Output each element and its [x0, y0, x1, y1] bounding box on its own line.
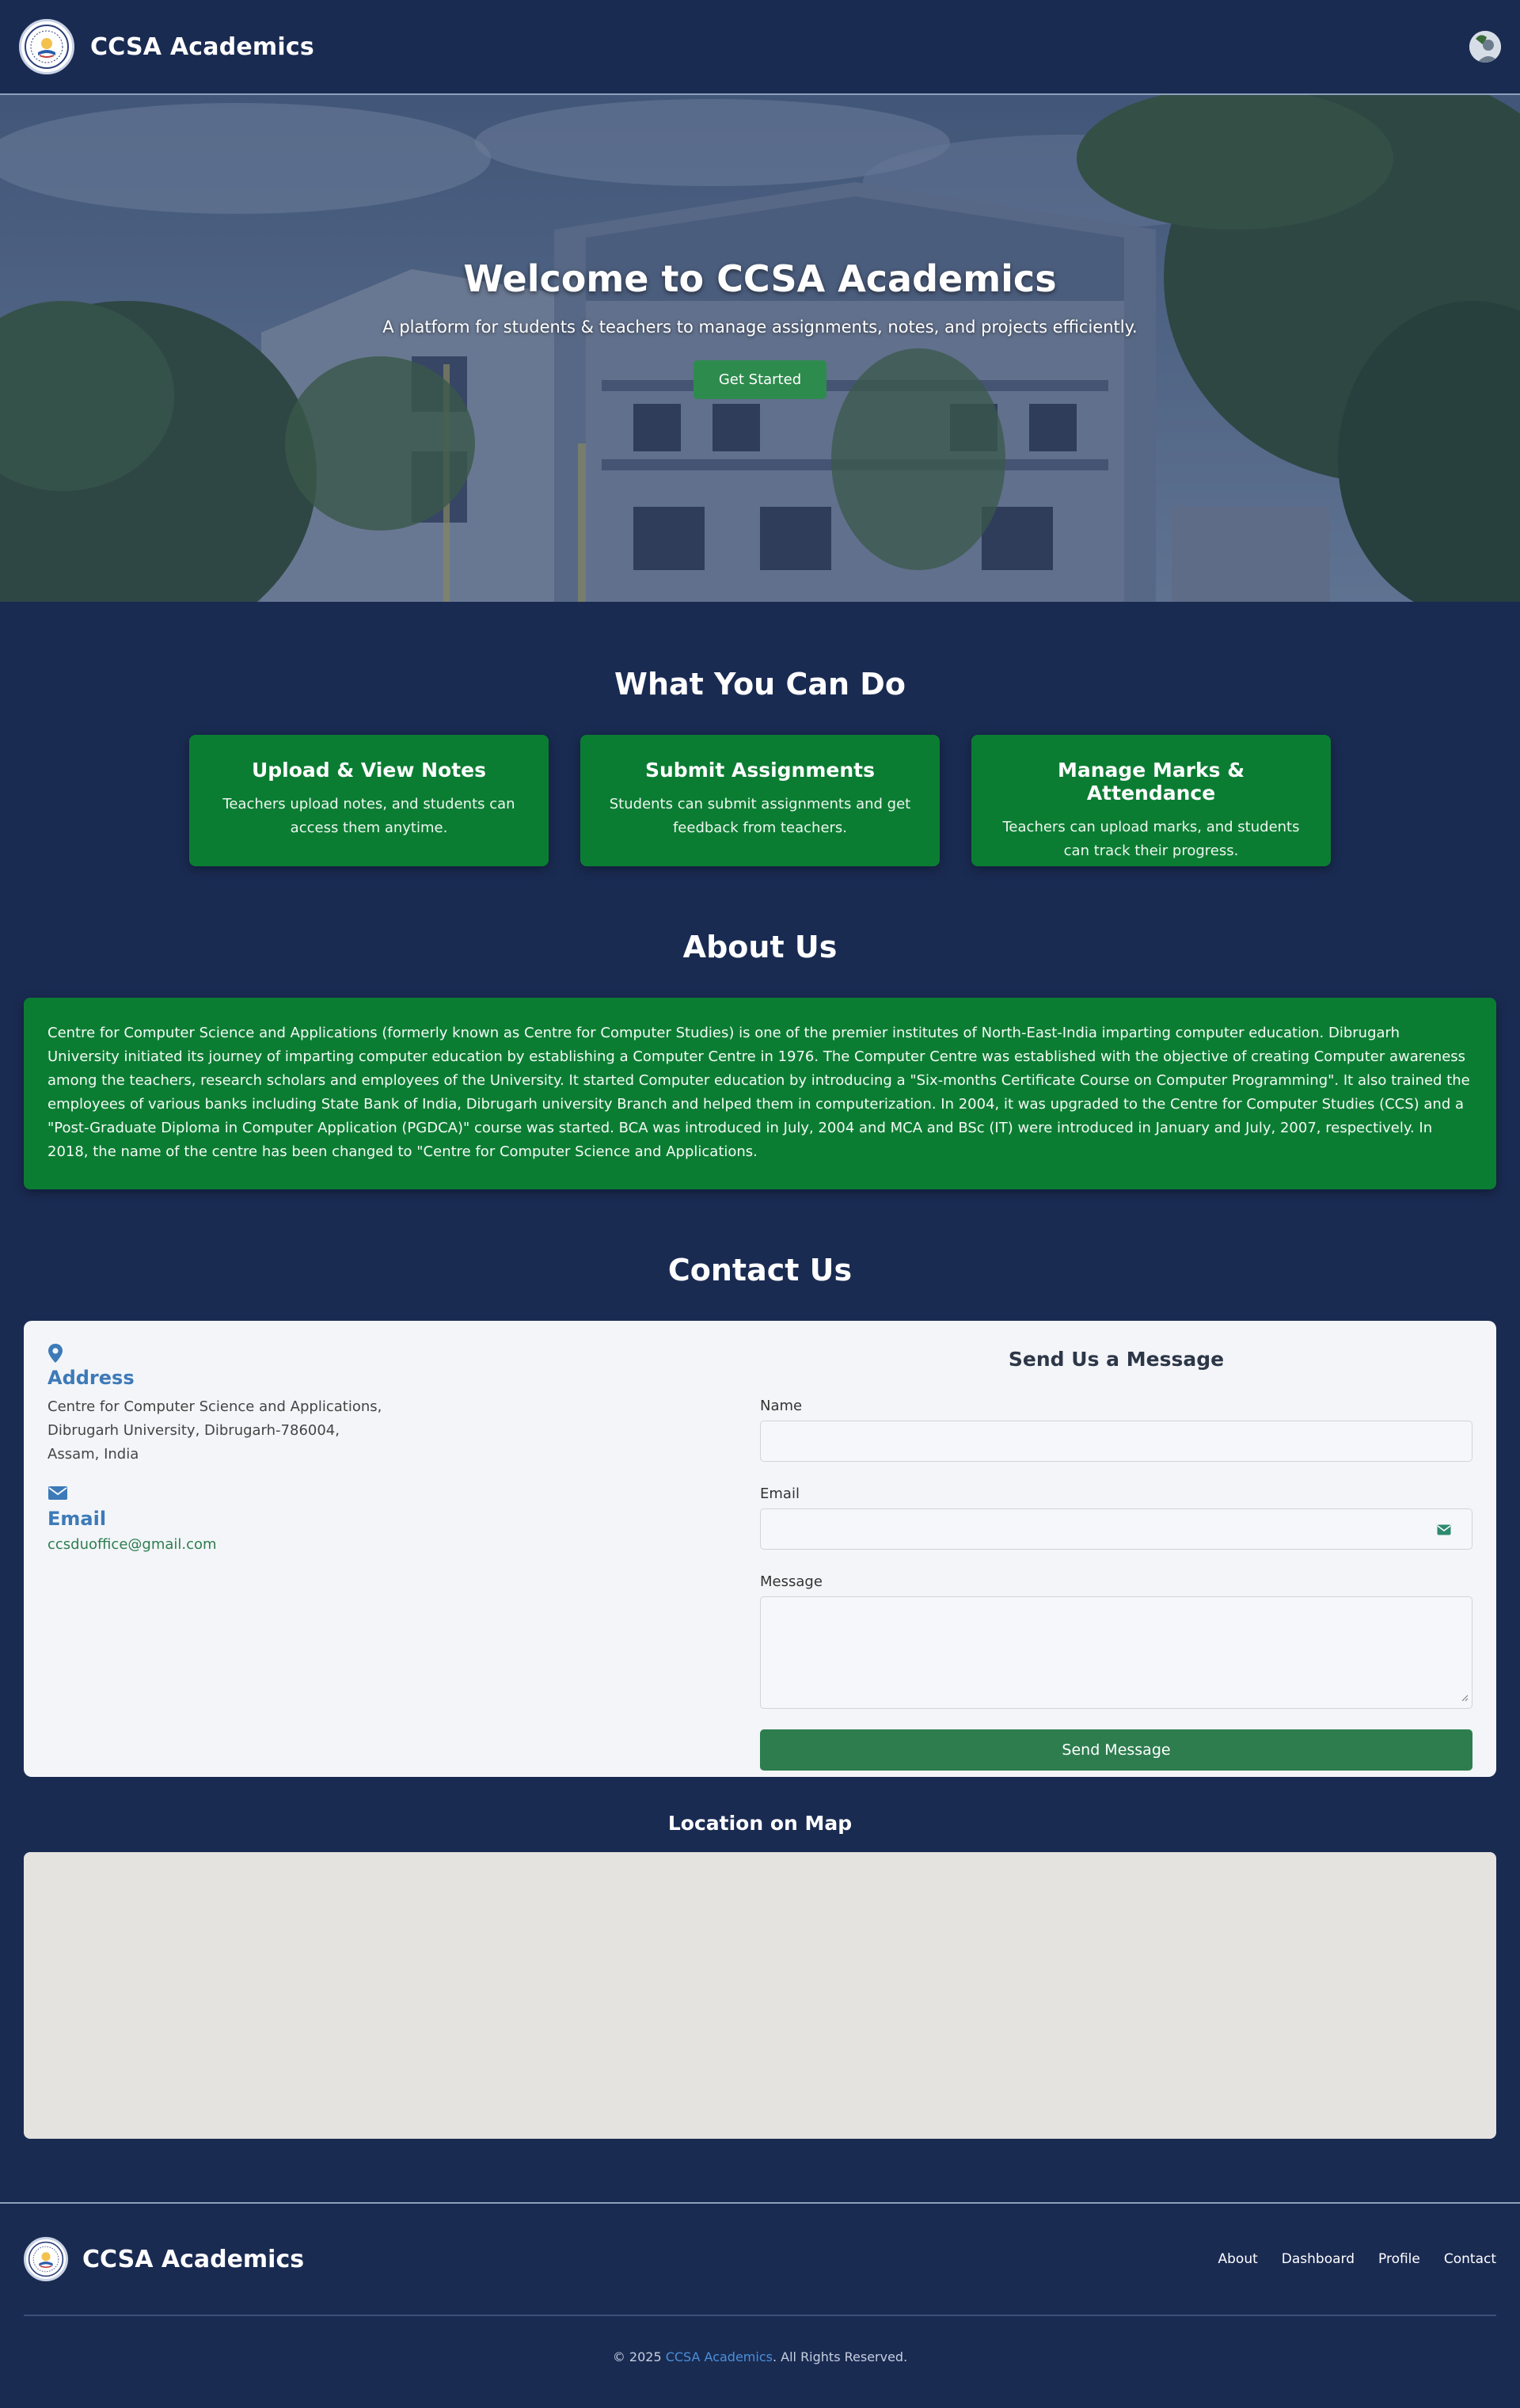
address-heading: Address [48, 1367, 135, 1389]
email-autofill-icon[interactable] [1437, 1524, 1451, 1539]
name-input[interactable] [760, 1421, 1472, 1462]
resize-grip-icon[interactable] [1461, 1690, 1469, 1705]
hero-content: Welcome to CCSA Academics A platform for… [382, 257, 1138, 399]
contact-title: Contact Us [667, 1253, 853, 1288]
user-avatar-icon[interactable] [1469, 31, 1501, 63]
copyright-prefix: © 2025 [612, 2349, 666, 2364]
navbar: CCSA Academics [0, 0, 1520, 95]
feature-desc: Students can submit assignments and get … [609, 796, 911, 836]
university-logo-icon[interactable] [19, 19, 74, 74]
footer: CCSA Academics About Dashboard Profile C… [0, 2202, 1520, 2364]
contact-section: Contact Us Address Centre for Computer S… [0, 1189, 1520, 1777]
feature-title: Manage Marks & Attendance [1057, 759, 1245, 805]
footer-link-dashboard[interactable]: Dashboard [1282, 2251, 1355, 2267]
feature-card-notes: Upload & View Notes Teachers upload note… [189, 735, 549, 866]
brand-title[interactable]: CCSA Academics [90, 33, 314, 61]
feature-card-marks: Manage Marks & Attendance Teachers can u… [971, 735, 1331, 866]
contact-card: Address Centre for Computer Science and … [24, 1321, 1496, 1777]
email-heading: Email [48, 1508, 107, 1530]
footer-title: CCSA Academics [82, 2245, 305, 2273]
footer-link-profile[interactable]: Profile [1378, 2251, 1420, 2267]
email-block: Email ccsduoffice@gmail.com [48, 1484, 736, 1553]
hero-subtitle: A platform for students & teachers to ma… [382, 317, 1138, 337]
footer-logo-icon [24, 2237, 68, 2281]
feature-desc: Teachers upload notes, and students can … [222, 796, 515, 836]
email-label: Email [760, 1486, 800, 1502]
about-text: Centre for Computer Science and Applicat… [24, 998, 1496, 1189]
address-line: Assam, India [48, 1446, 139, 1463]
email-link[interactable]: ccsduoffice@gmail.com [48, 1536, 736, 1553]
get-started-button[interactable]: Get Started [693, 359, 827, 399]
feature-title: Submit Assignments [645, 759, 875, 782]
footer-link-about[interactable]: About [1218, 2251, 1258, 2267]
email-input[interactable] [760, 1508, 1472, 1550]
feature-grid: Upload & View Notes Teachers upload note… [0, 735, 1520, 866]
feature-card-assignments: Submit Assignments Students can submit a… [580, 735, 940, 866]
map-title: Location on Map [667, 1812, 853, 1835]
map-embed[interactable] [24, 1852, 1496, 2139]
envelope-icon [48, 1484, 736, 1505]
contact-form: Send Us a Message Name Email Message Sen… [760, 1321, 1496, 1777]
features-section: What You Can Do Upload & View Notes Teac… [0, 602, 1520, 866]
footer-link-contact[interactable]: Contact [1444, 2251, 1496, 2267]
hero-title: Welcome to CCSA Academics [463, 257, 1057, 300]
form-title: Send Us a Message [1008, 1348, 1225, 1371]
message-label: Message [760, 1573, 823, 1590]
about-section: About Us Centre for Computer Science and… [0, 866, 1520, 1189]
send-message-button[interactable]: Send Message [760, 1729, 1472, 1771]
message-textarea[interactable] [760, 1596, 1472, 1709]
footer-brand[interactable]: CCSA Academics [24, 2237, 304, 2281]
address-line: Centre for Computer Science and Applicat… [48, 1398, 382, 1415]
map-section: Location on Map [0, 1777, 1520, 2139]
copyright-suffix: . All Rights Reserved. [772, 2349, 908, 2364]
address-block: Address Centre for Computer Science and … [48, 1343, 736, 1466]
features-title: What You Can Do [614, 667, 906, 702]
footer-links: About Dashboard Profile Contact [1218, 2251, 1497, 2267]
about-title: About Us [682, 930, 838, 964]
copyright: © 2025 CCSA Academics. All Rights Reserv… [0, 2316, 1520, 2364]
feature-title: Upload & View Notes [251, 759, 487, 782]
hero-section: Welcome to CCSA Academics A platform for… [0, 95, 1520, 602]
map-pin-icon [48, 1343, 736, 1364]
contact-info: Address Centre for Computer Science and … [24, 1321, 760, 1777]
address-text: Centre for Computer Science and Applicat… [48, 1395, 736, 1466]
address-line: Dibrugarh University, Dibrugarh-786004, [48, 1422, 340, 1439]
footer-top: CCSA Academics About Dashboard Profile C… [24, 2204, 1496, 2316]
name-label: Name [760, 1398, 803, 1414]
feature-desc: Teachers can upload marks, and students … [1002, 819, 1300, 859]
brand[interactable]: CCSA Academics [19, 19, 314, 74]
copyright-brand-link[interactable]: CCSA Academics [666, 2349, 773, 2364]
